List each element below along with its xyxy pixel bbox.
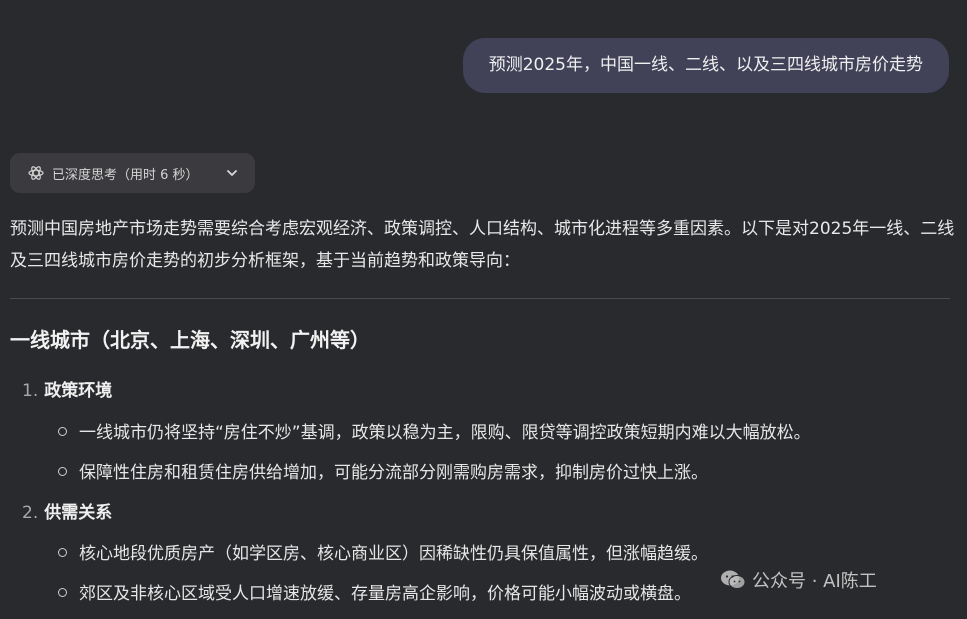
section-title: 一线城市（北京、上海、深圳、广州等） — [10, 328, 370, 352]
bullet-text: 核心地段优质房产（如学区房、核心商业区）因稀缺性仍具保值属性，但涨幅趋缓。 — [79, 544, 708, 564]
bullet-icon — [58, 426, 67, 436]
chevron-down-icon[interactable] — [225, 166, 239, 180]
watermark-text: 公众号 · AI陈工 — [752, 571, 877, 592]
response-intro: 预测中国房地产市场走势需要综合考虑宏观经济、政策调控、人口结构、城市化进程等多重… — [10, 219, 955, 271]
list-item-title: 供需关系 — [44, 503, 113, 523]
thinking-label: 已深度思考（用时 6 秒） — [52, 167, 199, 183]
list-item: 2. 供需关系 — [22, 499, 112, 527]
divider — [10, 298, 950, 299]
bullet-item: 一线城市仍将坚持“房住不炒”基调，政策以稳为主，限购、限贷等调控政策短期内难以大… — [58, 419, 811, 447]
watermark: 公众号 · AI陈工 — [720, 567, 877, 593]
bullet-text: 一线城市仍将坚持“房住不炒”基调，政策以稳为主，限购、限贷等调控政策短期内难以大… — [79, 423, 811, 443]
bullet-item: 保障性住房和租赁住房供给增加，可能分流部分刚需购房需求，抑制房价过快上涨。 — [58, 459, 708, 487]
bullet-icon — [58, 587, 67, 597]
bullet-item: 核心地段优质房产（如学区房、核心商业区）因稀缺性仍具保值属性，但涨幅趋缓。 — [58, 540, 708, 568]
list-item: 1. 政策环境 — [22, 377, 112, 405]
thinking-toggle-button[interactable]: 已深度思考（用时 6 秒） — [10, 153, 255, 193]
list-number: 2. — [22, 503, 39, 523]
list-number: 1. — [22, 381, 39, 401]
wechat-icon — [721, 570, 746, 589]
bullet-text: 郊区及非核心区域受人口增速放缓、存量房高企影响，价格可能小幅波动或横盘。 — [79, 584, 691, 604]
bullet-item: 郊区及非核心区域受人口增速放缓、存量房高企影响，价格可能小幅波动或横盘。 — [58, 580, 691, 608]
bullet-icon — [58, 547, 67, 557]
atom-icon — [28, 166, 44, 180]
list-item-title: 政策环境 — [44, 381, 113, 401]
bullet-text: 保障性住房和租赁住房供给增加，可能分流部分刚需购房需求，抑制房价过快上涨。 — [79, 463, 708, 483]
bullet-icon — [58, 466, 67, 476]
user-message-bubble: 预测2025年，中国一线、二线、以及三四线城市房价走势 — [462, 38, 949, 93]
